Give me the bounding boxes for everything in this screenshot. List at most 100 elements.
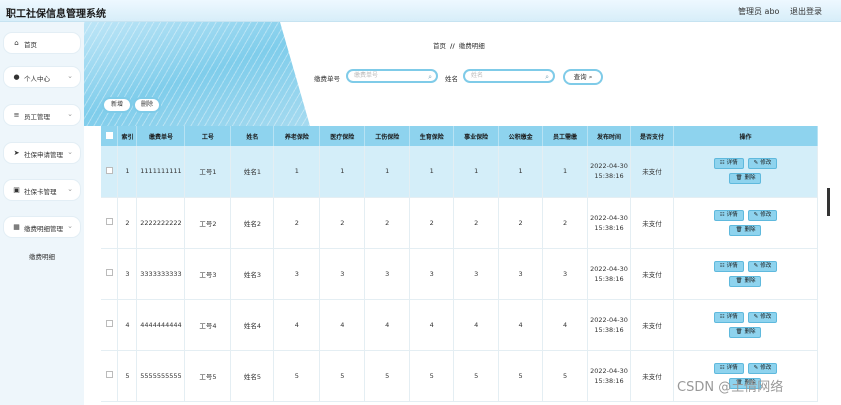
table-row[interactable]: 4 4444444444 工号4 姓名4 4 4 4 4 4 4 4 2022-04-30 15:38:… [101, 299, 819, 351]
row-delete-button[interactable]: 🗑 删除 [729, 326, 762, 338]
table-cell: 4 [453, 299, 500, 351]
detail-button[interactable]: ☷ 详情 [713, 260, 744, 272]
sidebar-item-employee[interactable]: ≡ 员工管理 ⌄ [3, 104, 81, 126]
edit-button[interactable]: ✎ 修改 [747, 260, 778, 272]
column-header: 发布时间 [587, 126, 632, 146]
delete-button[interactable]: 删除 [133, 97, 161, 113]
delete-label: 删除 [744, 328, 756, 335]
search-input-number[interactable]: 缴费单号 ⌕ [346, 69, 438, 83]
row-delete-button[interactable]: 🗑 删除 [729, 224, 762, 236]
sidebar-item-label: 社保申请管理 [24, 151, 63, 159]
table-cell: 3 [542, 248, 589, 300]
table-cell: 2 [453, 197, 500, 249]
table-cell: 1 [453, 146, 500, 198]
table-cell-actions: ☷ 详情 ✎ 修改 🗑 删除 [673, 197, 819, 249]
sidebar-item-label: 员工管理 [24, 113, 50, 121]
table-cell-actions: ☷ 详情 ✎ 修改 🗑 删除 [673, 299, 819, 351]
delete-label: 删除 [744, 226, 756, 233]
sidebar-item-application[interactable]: ➤ 社保申请管理 ⌄ [3, 142, 81, 164]
sidebar-subitem-payment-detail[interactable]: 缴费明细 [3, 250, 81, 264]
table-cell: 3 [364, 248, 411, 300]
row-checkbox[interactable] [101, 146, 119, 198]
row-checkbox[interactable] [101, 248, 119, 300]
sidebar-item-payment[interactable]: ▦ 缴费明细管理 ⌄ [3, 216, 81, 238]
add-button[interactable]: 新增 [102, 97, 132, 113]
sidebar-item-label: 社保卡管理 [24, 188, 57, 196]
app-title: 职工社保信息管理系统 [6, 9, 106, 20]
table-cell: 2 [409, 197, 455, 249]
table-row[interactable]: 3 3333333333 工号3 姓名3 3 3 3 3 3 3 3 2022-04-30 15:38:… [101, 248, 819, 300]
column-header: 事业保险 [453, 126, 500, 146]
detail-label: 详情 [726, 313, 738, 320]
table-cell: 工号1 [184, 146, 232, 198]
row-delete-button[interactable]: 🗑 删除 [729, 275, 762, 287]
column-header: 养老保险 [273, 126, 321, 146]
trash-icon: 🗑 [735, 328, 743, 335]
detail-button[interactable]: ☷ 详情 [713, 158, 744, 170]
edit-button[interactable]: ✎ 修改 [747, 158, 778, 170]
column-header: 缴费单号 [136, 126, 186, 146]
search-icon: ⌕ [428, 73, 432, 81]
time-text: 15:38:16 [594, 376, 624, 385]
sidebar-item-home[interactable]: ⌂ 首页 [3, 32, 81, 54]
search-button[interactable]: 查询 ⌕ [563, 69, 603, 85]
column-header: 公积缴金 [498, 126, 544, 146]
table-cell: 2 [498, 197, 544, 249]
watermark: CSDN @土倩网络 [677, 380, 784, 395]
date-text: 2022-04-30 [590, 315, 628, 324]
edit-icon: ✎ [753, 262, 759, 269]
detail-label: 详情 [726, 211, 738, 218]
detail-button[interactable]: ☷ 详情 [713, 209, 744, 221]
table-cell: 姓名3 [230, 248, 275, 300]
edit-button[interactable]: ✎ 修改 [747, 362, 778, 374]
table-cell: 1 [542, 146, 589, 198]
table-row[interactable]: 1 1111111111 工号1 姓名1 1 1 1 1 1 1 1 2022-04-30 15:38:… [101, 146, 819, 198]
table-cell: 5 [542, 350, 589, 402]
table-cell-time: 2022-04-30 15:38:16 [587, 299, 632, 351]
date-text: 2022-04-30 [590, 162, 628, 171]
sidebar-item-card[interactable]: ▣ 社保卡管理 ⌄ [3, 179, 81, 201]
table-cell: 1 [498, 146, 544, 198]
edit-label: 修改 [760, 262, 772, 269]
detail-label: 详情 [726, 160, 738, 167]
column-header: 员工需缴 [542, 126, 589, 146]
row-delete-button[interactable]: 🗑 删除 [729, 173, 762, 185]
table-cell: 3 [117, 248, 138, 300]
edit-label: 修改 [760, 211, 772, 218]
table-cell: 4 [409, 299, 455, 351]
row-checkbox[interactable] [101, 299, 119, 351]
table-cell: 4 [117, 299, 138, 351]
column-header: 工号 [184, 126, 232, 146]
table-cell: 5 [453, 350, 500, 402]
table-cell: 2 [364, 197, 411, 249]
time-text: 15:38:16 [594, 172, 624, 181]
column-header: 工伤保险 [364, 126, 411, 146]
table-cell: 4 [273, 299, 321, 351]
search-icon: ⌕ [588, 73, 593, 81]
edit-button[interactable]: ✎ 修改 [747, 311, 778, 323]
search-label-name: 姓名 [445, 75, 458, 83]
table-cell: 工号4 [184, 299, 232, 351]
row-checkbox[interactable] [101, 350, 119, 402]
table-cell: 5 [117, 350, 138, 402]
trash-icon: 🗑 [735, 277, 743, 284]
edit-button[interactable]: ✎ 修改 [747, 209, 778, 221]
edit-icon: ✎ [753, 160, 759, 167]
table-row[interactable]: 2 2222222222 工号2 姓名2 2 2 2 2 2 2 2 2022-04-30 15:38:… [101, 197, 819, 249]
table-cell: 2 [319, 197, 366, 249]
select-all-checkbox[interactable] [101, 126, 119, 146]
logout-link[interactable]: 退出登录 [790, 6, 822, 17]
breadcrumb: 首页 //缴费明细 [433, 40, 485, 50]
sidebar-item-personal[interactable]: ● 个人中心 ⌄ [3, 66, 81, 88]
scrollbar[interactable] [827, 188, 830, 216]
sidebar-item-label: 缴费明细管理 [24, 225, 63, 233]
detail-button[interactable]: ☷ 详情 [713, 362, 744, 374]
search-input-name[interactable]: 姓名 ⌕ [463, 69, 555, 83]
table-cell: 4 [364, 299, 411, 351]
detail-button[interactable]: ☷ 详情 [713, 311, 744, 323]
breadcrumb-home[interactable]: 首页 [433, 42, 446, 50]
date-text: 2022-04-30 [590, 264, 628, 273]
row-checkbox[interactable] [101, 197, 119, 249]
delete-label: 删除 [744, 277, 756, 284]
search-placeholder: 姓名 [471, 72, 484, 79]
